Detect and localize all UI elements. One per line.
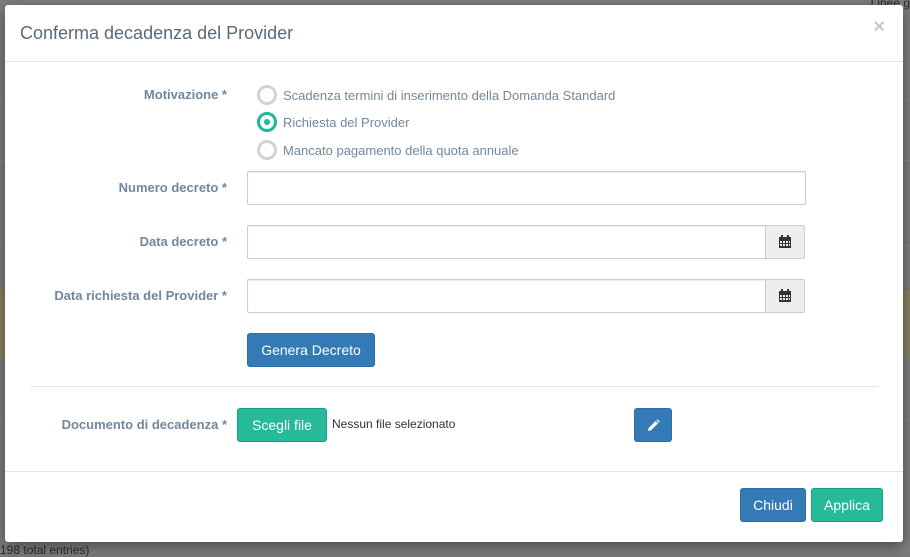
radio-richiesta[interactable] [257, 112, 277, 132]
close-button[interactable]: Chiudi [740, 488, 806, 522]
no-file-selected-text: Nessun file selezionato [332, 417, 456, 431]
data-richiesta-calendar-button[interactable] [765, 279, 805, 313]
calendar-icon [779, 289, 791, 302]
radio-label-scadenza: Scadenza termini di inserimento della Do… [283, 87, 616, 103]
radio-mancato-pagamento[interactable] [257, 140, 277, 160]
data-decreto-input[interactable] [247, 225, 767, 259]
radio-label-richiesta: Richiesta del Provider [283, 114, 410, 130]
radio-option-mancato-pagamento[interactable]: Mancato pagamento della quota annuale [257, 140, 519, 160]
modal-header: Conferma decadenza del Provider × [5, 5, 903, 62]
data-decreto-calendar-button[interactable] [765, 225, 805, 259]
background-table-info: 198 total entries) [0, 543, 90, 557]
edit-document-button[interactable] [634, 408, 672, 442]
choose-file-button[interactable]: Scegli file [237, 408, 327, 442]
close-icon[interactable]: × [873, 17, 885, 37]
modal-title: Conferma decadenza del Provider [20, 23, 294, 43]
radio-option-richiesta[interactable]: Richiesta del Provider [257, 112, 409, 132]
apply-button[interactable]: Applica [811, 488, 883, 522]
genera-decreto-button[interactable]: Genera Decreto [247, 333, 375, 367]
data-richiesta-input[interactable] [247, 279, 767, 313]
calendar-icon [779, 235, 791, 248]
data-decreto-label: Data decreto * [139, 234, 227, 249]
pencil-icon [647, 418, 660, 431]
numero-decreto-label: Numero decreto * [118, 180, 227, 195]
modal-footer-divider [5, 471, 903, 472]
radio-option-scadenza[interactable]: Scadenza termini di inserimento della Do… [257, 85, 615, 105]
data-richiesta-label: Data richiesta del Provider * [54, 288, 227, 303]
numero-decreto-input[interactable] [247, 171, 806, 205]
radio-label-mancato-pagamento: Mancato pagamento della quota annuale [283, 142, 519, 158]
documento-decadenza-label: Documento di decadenza * [61, 417, 227, 432]
radio-scadenza[interactable] [257, 85, 277, 105]
motivazione-label: Motivazione * [143, 87, 227, 102]
form-divider [30, 386, 878, 387]
decadenza-modal: Conferma decadenza del Provider × Motiva… [5, 5, 903, 542]
